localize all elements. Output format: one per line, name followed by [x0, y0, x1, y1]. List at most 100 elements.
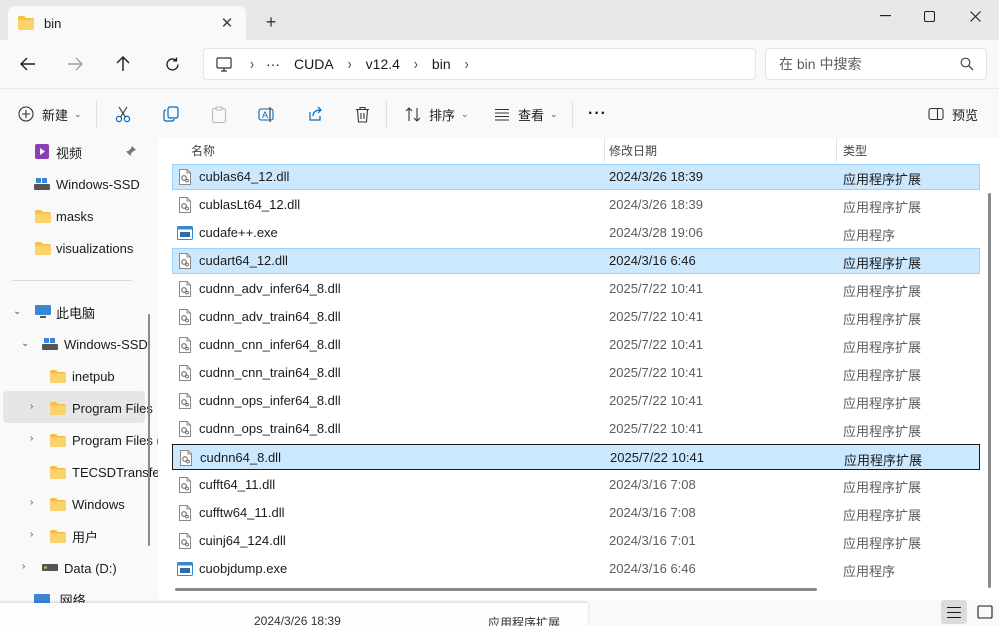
file-row[interactable]: cudnn64_8.dll 2025/7/22 10:41 应用程序扩展 [172, 444, 980, 470]
column-divider[interactable] [836, 138, 837, 162]
file-row[interactable]: cudnn_cnn_infer64_8.dll 2025/7/22 10:41 应用… [172, 332, 980, 358]
chevron-right-icon[interactable]: › [250, 55, 254, 73]
minimize-icon[interactable] [862, 0, 908, 32]
file-date: 2025/7/22 10:41 [609, 337, 703, 352]
details-view-button[interactable] [941, 600, 967, 624]
chevron-right-icon[interactable]: › [30, 433, 33, 444]
search-input[interactable]: 在 bin 中搜索 [765, 48, 987, 80]
sort-icon [405, 106, 421, 122]
preview-label: 预览 [952, 107, 979, 123]
sidebar-item-videos[interactable]: 视频 [0, 138, 145, 168]
file-row[interactable]: cudnn_adv_train64_8.dll 2025/7/22 10:41 应用… [172, 304, 980, 330]
vertical-scrollbar[interactable] [988, 193, 991, 588]
drag-preview-type: 应用程序扩展 [488, 616, 561, 626]
tiles-view-button[interactable] [972, 600, 998, 624]
chevron-down-icon: ⌄ [461, 108, 469, 119]
column-header-type[interactable]: 类型 [843, 142, 867, 159]
file-row[interactable]: cuinj64_124.dll 2024/3/16 7:01 应用程序扩展 [172, 528, 980, 554]
video-icon [35, 144, 49, 159]
search-placeholder: 在 bin 中搜索 [779, 56, 862, 72]
drag-preview-date: 2024/3/26 18:39 [254, 614, 341, 626]
column-divider[interactable] [604, 138, 605, 162]
sort-label: 排序 [429, 107, 456, 123]
rename-button[interactable]: A [258, 102, 275, 126]
breadcrumb-bin[interactable]: bin [432, 56, 451, 72]
up-arrow-icon[interactable] [110, 52, 136, 76]
cut-button[interactable] [115, 102, 131, 126]
chevron-right-icon[interactable]: › [30, 529, 33, 540]
share-button[interactable] [307, 102, 323, 126]
file-row[interactable]: cudnn_ops_train64_8.dll 2025/7/22 10:41 应用… [172, 416, 980, 442]
view-button[interactable]: 查看 ⌄ [494, 102, 558, 126]
sidebar-item-label: Data (D:) [64, 560, 117, 576]
file-row[interactable]: cudnn_cnn_train64_8.dll 2025/7/22 10:41 应用… [172, 360, 980, 386]
new-label: 新建 [42, 107, 69, 123]
file-list: ⌃ 名称 修改日期 类型 cublas64_12.dll 2024/3/26 18… [158, 138, 999, 600]
close-tab-icon[interactable]: ✕ [218, 14, 236, 32]
file-row[interactable]: cudafe++.exe 2024/3/28 19:06 应用程序 [172, 220, 980, 246]
maximize-icon[interactable] [906, 0, 952, 32]
breadcrumb-v12-4[interactable]: v12.4 [366, 56, 400, 72]
chevron-right-icon[interactable]: › [348, 55, 352, 73]
dll-file-icon [177, 309, 193, 325]
more-options-button[interactable]: ··· [588, 102, 607, 126]
file-date: 2024/3/16 7:01 [609, 533, 696, 548]
horizontal-scrollbar[interactable] [175, 588, 817, 591]
drive-icon [42, 564, 58, 571]
file-type: 应用程序扩展 [843, 480, 922, 495]
file-type: 应用程序扩展 [843, 536, 922, 551]
chevron-right-icon[interactable]: › [465, 55, 469, 73]
drive-icon [42, 338, 58, 350]
column-header-name[interactable]: 名称 [191, 142, 215, 159]
file-row[interactable]: cudart64_12.dll 2024/3/16 6:46 应用程序扩展 [172, 248, 980, 274]
close-window-icon[interactable] [952, 0, 998, 32]
new-button[interactable]: 新建 ⌄ [18, 102, 82, 126]
tab-title: bin [44, 15, 62, 31]
search-icon [960, 57, 974, 71]
file-row[interactable]: cuobjdump.exe 2024/3/16 6:46 应用程序 [172, 556, 980, 582]
new-tab-icon[interactable]: + [262, 13, 280, 31]
sidebar-scrollbar[interactable] [148, 314, 150, 546]
chevron-right-icon[interactable]: › [30, 497, 33, 508]
dll-file-icon [177, 197, 193, 213]
chevron-right-icon[interactable]: › [414, 55, 418, 73]
file-name: cudnn_adv_train64_8.dll [199, 309, 341, 324]
file-row[interactable]: cufftw64_11.dll 2024/3/16 7:08 应用程序扩展 [172, 500, 980, 526]
breadcrumb-overflow[interactable]: ··· [266, 56, 280, 72]
chevron-down-icon[interactable]: ⌄ [21, 338, 29, 349]
pc-icon [216, 56, 232, 72]
file-row[interactable]: cublas64_12.dll 2024/3/26 18:39 应用程序扩展 [172, 164, 980, 190]
pin-icon[interactable] [125, 145, 137, 157]
dll-file-icon [177, 253, 193, 269]
dll-file-icon [177, 281, 193, 297]
details-view-icon [947, 606, 961, 618]
preview-pane-button[interactable]: 预览 [928, 102, 978, 126]
copy-button[interactable] [163, 102, 179, 126]
address-bar[interactable]: › ··· CUDA › v12.4 › bin › [203, 48, 756, 80]
refresh-icon[interactable] [159, 52, 185, 76]
chevron-right-icon[interactable]: › [30, 401, 33, 412]
forward-arrow-icon[interactable] [62, 52, 88, 76]
column-header-date[interactable]: 修改日期 [609, 142, 657, 159]
file-date: 2024/3/16 7:08 [609, 477, 696, 492]
back-arrow-icon[interactable] [15, 52, 41, 76]
file-date: 2024/3/26 18:39 [609, 197, 703, 212]
plus-circle-icon [18, 106, 34, 122]
paste-button[interactable] [211, 102, 227, 126]
file-name: cuinj64_124.dll [199, 533, 286, 548]
file-date: 2025/7/22 10:41 [609, 393, 703, 408]
breadcrumb-cuda[interactable]: CUDA [294, 56, 334, 72]
sort-button[interactable]: 排序 ⌄ [405, 102, 469, 126]
file-type: 应用程序 [843, 228, 896, 243]
file-row[interactable]: cublasLt64_12.dll 2024/3/26 18:39 应用程序扩展 [172, 192, 980, 218]
file-row[interactable]: cudnn_adv_infer64_8.dll 2025/7/22 10:41 应用… [172, 276, 980, 302]
chevron-down-icon: ⌄ [550, 108, 558, 119]
folder-icon [50, 370, 66, 383]
file-row[interactable]: cudnn_ops_infer64_8.dll 2025/7/22 10:41 应用… [172, 388, 980, 414]
tab-bin[interactable]: bin ✕ [8, 6, 246, 40]
delete-button[interactable] [355, 102, 370, 126]
chevron-down-icon[interactable]: ⌄ [13, 306, 21, 317]
chevron-right-icon[interactable]: › [22, 561, 25, 572]
file-row[interactable]: cufft64_11.dll 2024/3/16 7:08 应用程序扩展 [172, 472, 980, 498]
sidebar-item-label: Program Files [72, 400, 153, 416]
